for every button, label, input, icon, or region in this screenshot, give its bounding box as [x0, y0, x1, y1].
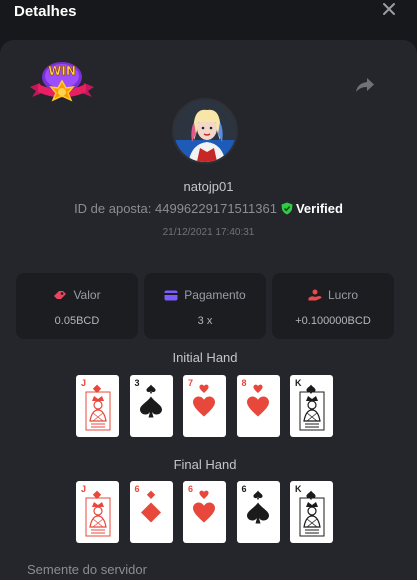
card-icon	[164, 288, 184, 302]
stat-label: Lucro	[327, 288, 359, 302]
initial-card-k-of-spades: K	[290, 375, 333, 437]
card-rank: K	[295, 484, 302, 494]
card-rank: 6	[241, 484, 247, 494]
server-seed-label: Semente do servidor	[27, 562, 147, 577]
final-card-6-of-hearts: 6	[183, 481, 226, 543]
bet-datetime: 21/12/2021 17:40:31	[162, 227, 255, 238]
card-rank: J	[81, 484, 87, 494]
modal-header: Detalhes	[0, 0, 417, 40]
hearts-suit-icon	[192, 501, 216, 530]
bet-id-value[interactable]: 44996229171511361	[155, 201, 277, 216]
final-card-k-of-spades: K	[290, 481, 333, 543]
diamonds-suit-icon	[139, 501, 163, 530]
spades-suit-icon	[139, 395, 163, 424]
hearts-suit-icon	[246, 395, 270, 424]
win-badge-text: WIN	[48, 64, 76, 78]
face-card-art-icon	[299, 391, 325, 436]
share-icon[interactable]	[355, 76, 375, 94]
initial-card-8-of-hearts: 8	[236, 375, 280, 437]
bet-id-row: ID de aposta: 44996229171511361 Verified	[0, 201, 417, 218]
profit-hand-icon	[308, 288, 328, 302]
stat-value: +0.100000BCD	[295, 315, 371, 327]
stat-label: Pagamento	[184, 288, 246, 302]
face-card-art-icon	[299, 497, 325, 542]
card-rank: K	[295, 378, 302, 388]
stat-lucro: Lucro +0.100000BCD	[272, 273, 394, 339]
face-card-art-icon	[85, 497, 111, 542]
initial-card-3-of-spades: 3	[129, 375, 173, 437]
modal-title: Detalhes	[14, 3, 77, 20]
stat-value: 3 x	[197, 315, 213, 327]
stat-value: 0.05BCD	[54, 315, 100, 327]
verified-label: Verified	[295, 201, 343, 216]
card-rank: 6	[134, 484, 140, 494]
win-badge-icon: WIN	[28, 57, 96, 109]
username: natojp01	[183, 179, 234, 194]
card-rank: 7	[188, 378, 194, 388]
final-card-6-of-diamonds: 6	[129, 481, 173, 543]
avatar	[172, 98, 238, 164]
bet-id-label: ID de aposta:	[74, 201, 152, 216]
stat-pagamento: Pagamento 3 x	[144, 273, 266, 339]
stat-label: Valor	[73, 288, 101, 302]
spades-suit-icon	[246, 501, 270, 530]
card-rank: J	[81, 378, 87, 388]
hearts-suit-icon	[192, 395, 216, 424]
card-rank: 6	[188, 484, 194, 494]
final-hand-label: Final Hand	[173, 457, 237, 472]
verified-shield-icon	[281, 202, 293, 218]
initial-hand-label: Initial Hand	[172, 350, 238, 365]
face-card-art-icon	[85, 391, 111, 436]
close-icon[interactable]	[381, 2, 397, 18]
final-card-6-of-spades: 6	[236, 481, 280, 543]
card-rank: 3	[134, 378, 140, 388]
stat-valor: Valor 0.05BCD	[16, 273, 138, 339]
bet-chips-icon	[53, 288, 73, 302]
initial-card-j-of-diamonds: J	[76, 375, 119, 437]
final-card-j-of-diamonds: J	[76, 481, 119, 543]
card-rank: 8	[241, 378, 247, 388]
initial-card-7-of-hearts: 7	[183, 375, 226, 437]
